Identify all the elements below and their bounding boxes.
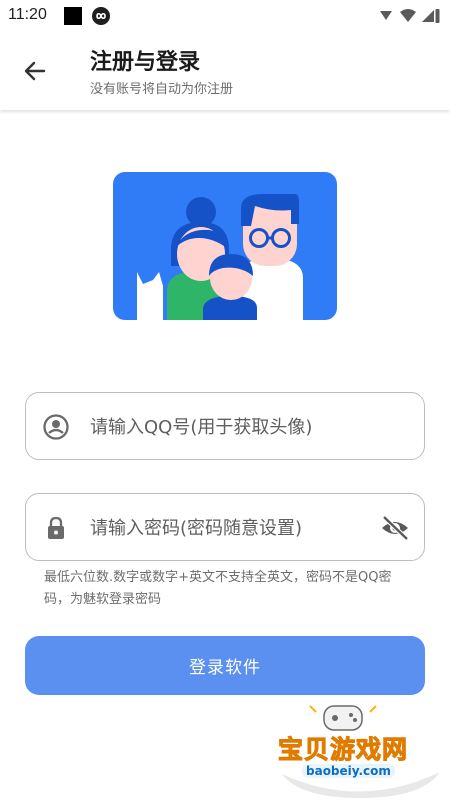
signal-icon [380,11,392,20]
system-status-icons [380,9,440,23]
user-avatar-icon [43,414,69,440]
wifi-icon [400,9,416,22]
notification-square-icon [64,7,82,25]
app-header: 注册与登录 没有账号将自动为你注册 [0,32,450,110]
status-bar: 11:20 [0,0,450,32]
page-title: 注册与登录 [90,50,201,75]
cell-signal-icon [422,10,434,22]
watermark-url: baobeiy.com [302,764,395,778]
watermark-text: 宝贝游戏网 [277,735,409,765]
page-subtitle: 没有账号将自动为你注册 [90,82,234,97]
login-button[interactable]: 登录软件 [25,636,425,695]
battery-icon [435,9,440,23]
notification-app-icon [92,7,110,25]
qq-number-input[interactable] [90,409,370,445]
password-input[interactable] [90,510,370,546]
password-field[interactable] [25,493,425,561]
family-illustration [113,172,337,320]
site-watermark: 宝贝游戏网 baobeiy.com [272,702,450,800]
qq-number-field[interactable] [25,392,425,460]
back-arrow-icon[interactable] [20,56,50,86]
visibility-off-icon[interactable] [380,514,410,542]
lock-icon [48,516,64,539]
password-hint: 最低六位数.数字或数字+英文不支持全英文，密码不是QQ密码，为魅软登录密码 [44,570,392,607]
status-time: 11:20 [8,6,47,23]
